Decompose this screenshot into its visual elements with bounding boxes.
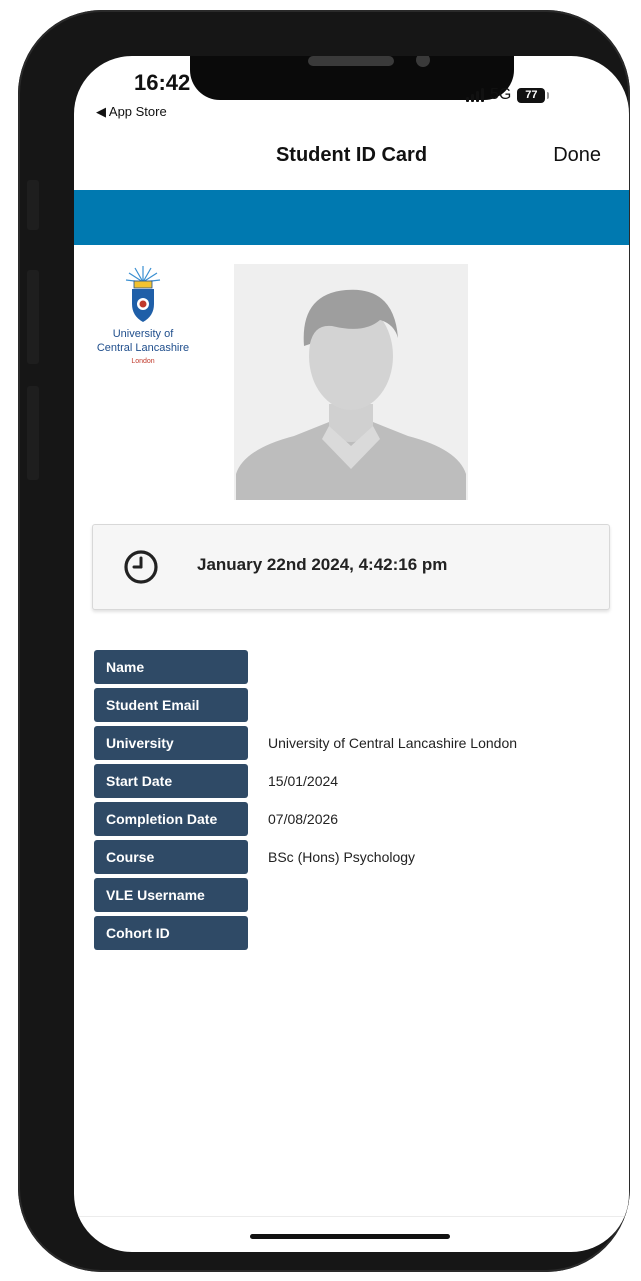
student-photo: [234, 264, 468, 500]
detail-label: VLE Username: [94, 878, 248, 912]
detail-label: Course: [94, 840, 248, 874]
detail-label: Student Email: [94, 688, 248, 722]
volume-up-button: [27, 270, 39, 364]
status-indicators: 5G 77: [466, 86, 550, 104]
bottom-divider: [74, 1216, 629, 1217]
university-crest-icon: [125, 266, 161, 322]
screen: 16:42 ◀ App Store 5G 77 Student ID Card …: [74, 56, 629, 1252]
page-title: Student ID Card: [275, 144, 428, 166]
signal-icon: [466, 88, 484, 102]
detail-value: 07/08/2026: [268, 811, 339, 827]
logo-line-3: London: [131, 358, 155, 365]
timestamp-text: January 22nd 2024, 4:42:16 pm: [197, 555, 448, 574]
header-banner: [74, 190, 629, 245]
timestamp-card: January 22nd 2024, 4:42:16 pm: [92, 524, 610, 610]
speaker-grille: [308, 56, 394, 66]
logo-line-2: Central Lancashire: [96, 342, 190, 354]
university-logo: University of Central Lancashire London: [88, 264, 198, 384]
detail-label: Completion Date: [94, 802, 248, 836]
detail-label: University: [94, 726, 248, 760]
network-type: 5G: [490, 86, 512, 103]
logo-line-1: University of: [112, 328, 174, 340]
detail-value: 15/01/2024: [268, 773, 339, 789]
clock-icon: [124, 550, 158, 584]
detail-label: Name: [94, 650, 248, 684]
back-to-app-store-link[interactable]: ◀ App Store: [96, 104, 167, 120]
detail-value: BSc (Hons) Psychology: [268, 849, 416, 865]
done-button[interactable]: Done: [553, 144, 601, 167]
detail-label: Start Date: [94, 764, 248, 798]
detail-label: Cohort ID: [94, 916, 248, 950]
phone-frame: 16:42 ◀ App Store 5G 77 Student ID Card …: [18, 10, 630, 1272]
battery-icon: 77: [517, 87, 550, 103]
volume-down-button: [27, 386, 39, 480]
silent-switch: [27, 180, 39, 230]
detail-value: University of Central Lancashire London: [268, 735, 518, 751]
camera-lens: [416, 56, 430, 67]
avatar-placeholder-icon: [234, 264, 468, 500]
home-indicator[interactable]: [250, 1234, 450, 1239]
status-time: 16:42: [134, 70, 191, 95]
